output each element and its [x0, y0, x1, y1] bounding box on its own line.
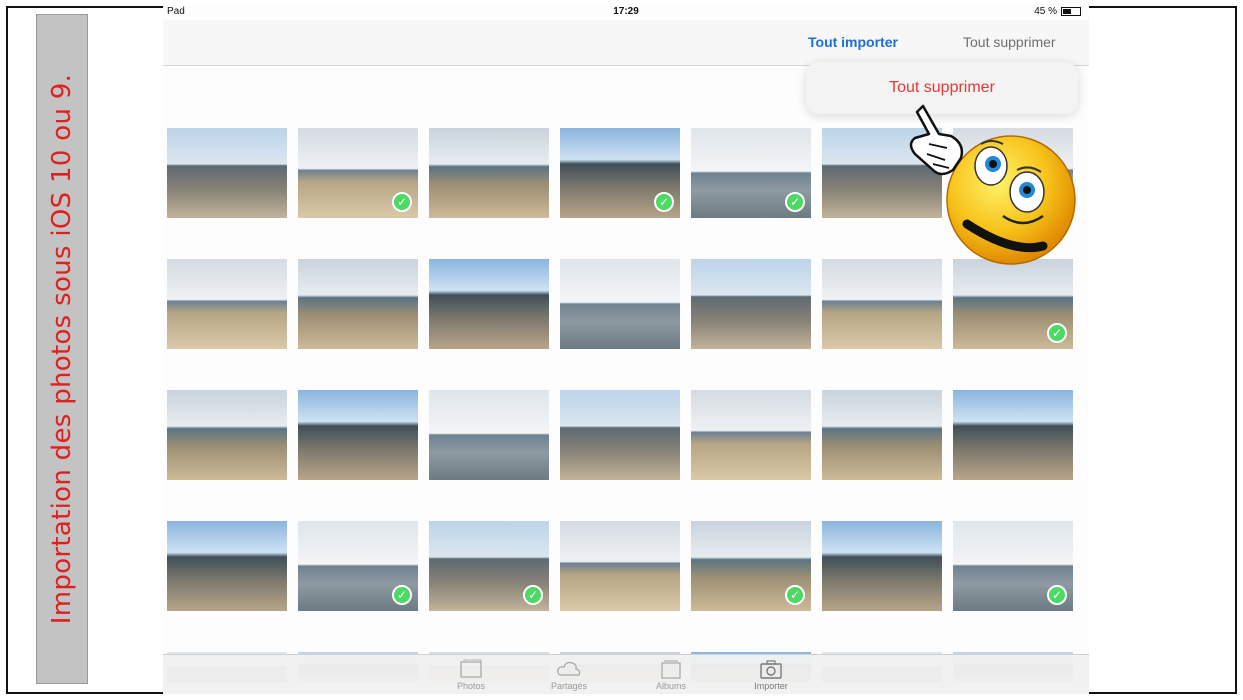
cloud-icon: [557, 661, 581, 676]
photo-thumbnail[interactable]: ✓: [298, 128, 418, 218]
selected-check-icon: ✓: [654, 192, 674, 212]
camera-icon: [760, 660, 782, 679]
tab-bar: Photos Partagés Albums Importer: [163, 654, 1089, 694]
side-title: Importation des photos sous iOS 10 ou 9.: [47, 73, 78, 625]
tab-albums[interactable]: Albums: [641, 659, 701, 691]
slide: Importation des photos sous iOS 10 ou 9.…: [0, 0, 1243, 700]
photo-thumbnail[interactable]: ✓: [560, 128, 680, 218]
status-time: 17:29: [613, 6, 639, 17]
photo-thumbnail[interactable]: [560, 390, 680, 480]
battery-percent: 45 %: [1034, 6, 1057, 17]
photo-thumbnail[interactable]: [429, 259, 549, 349]
photo-thumbnail[interactable]: [429, 390, 549, 480]
photo-thumbnail[interactable]: ✓: [691, 521, 811, 611]
selected-check-icon: ✓: [1047, 585, 1067, 605]
tab-photos[interactable]: Photos: [441, 659, 501, 691]
selected-check-icon: ✓: [523, 585, 543, 605]
selected-check-icon: ✓: [392, 192, 412, 212]
tab-photos-label: Photos: [456, 681, 486, 691]
photo-thumbnail[interactable]: ✓: [429, 521, 549, 611]
selected-check-icon: ✓: [1047, 323, 1067, 343]
battery-icon: [1061, 7, 1081, 16]
tab-shared[interactable]: Partagés: [539, 659, 599, 691]
tab-shared-label: Partagés: [550, 681, 588, 691]
photo-thumbnail[interactable]: [560, 521, 680, 611]
photo-thumbnail[interactable]: [167, 128, 287, 218]
pointing-smiley-icon: [909, 104, 1076, 265]
battery-status: 45 %: [1034, 6, 1081, 17]
photo-thumbnail[interactable]: [167, 259, 287, 349]
photo-thumbnail[interactable]: [167, 390, 287, 480]
photo-thumbnail[interactable]: [691, 259, 811, 349]
side-title-box: Importation des photos sous iOS 10 ou 9.: [36, 14, 88, 684]
import-navbar: Tout importer Tout supprimer: [163, 20, 1089, 66]
photo-thumbnail[interactable]: [560, 259, 680, 349]
photo-thumbnail[interactable]: [167, 521, 287, 611]
albums-icon: [661, 660, 681, 679]
photo-thumbnail[interactable]: [822, 521, 942, 611]
photo-thumbnail[interactable]: [953, 390, 1073, 480]
photo-thumbnail[interactable]: ✓: [953, 521, 1073, 611]
delete-all-button[interactable]: Tout supprimer: [963, 34, 1056, 50]
photo-thumbnail[interactable]: ✓: [298, 521, 418, 611]
tab-import-label: Importer: [754, 681, 788, 691]
import-all-button[interactable]: Tout importer: [808, 34, 898, 50]
photo-thumbnail[interactable]: [298, 259, 418, 349]
status-bar: Pad 17:29 45 %: [163, 6, 1089, 20]
photo-thumbnail[interactable]: [691, 390, 811, 480]
selected-check-icon: ✓: [392, 585, 412, 605]
photo-thumbnail[interactable]: ✓: [691, 128, 811, 218]
photo-thumbnail[interactable]: [429, 128, 549, 218]
confirm-delete-all-button[interactable]: Tout supprimer: [889, 79, 995, 97]
tab-albums-label: Albums: [655, 681, 686, 691]
selected-check-icon: ✓: [785, 585, 805, 605]
photos-icon: [460, 659, 482, 678]
photo-thumbnail[interactable]: [298, 390, 418, 480]
photo-thumbnail[interactable]: [822, 390, 942, 480]
selected-check-icon: ✓: [785, 192, 805, 212]
tab-import[interactable]: Importer: [741, 659, 801, 691]
